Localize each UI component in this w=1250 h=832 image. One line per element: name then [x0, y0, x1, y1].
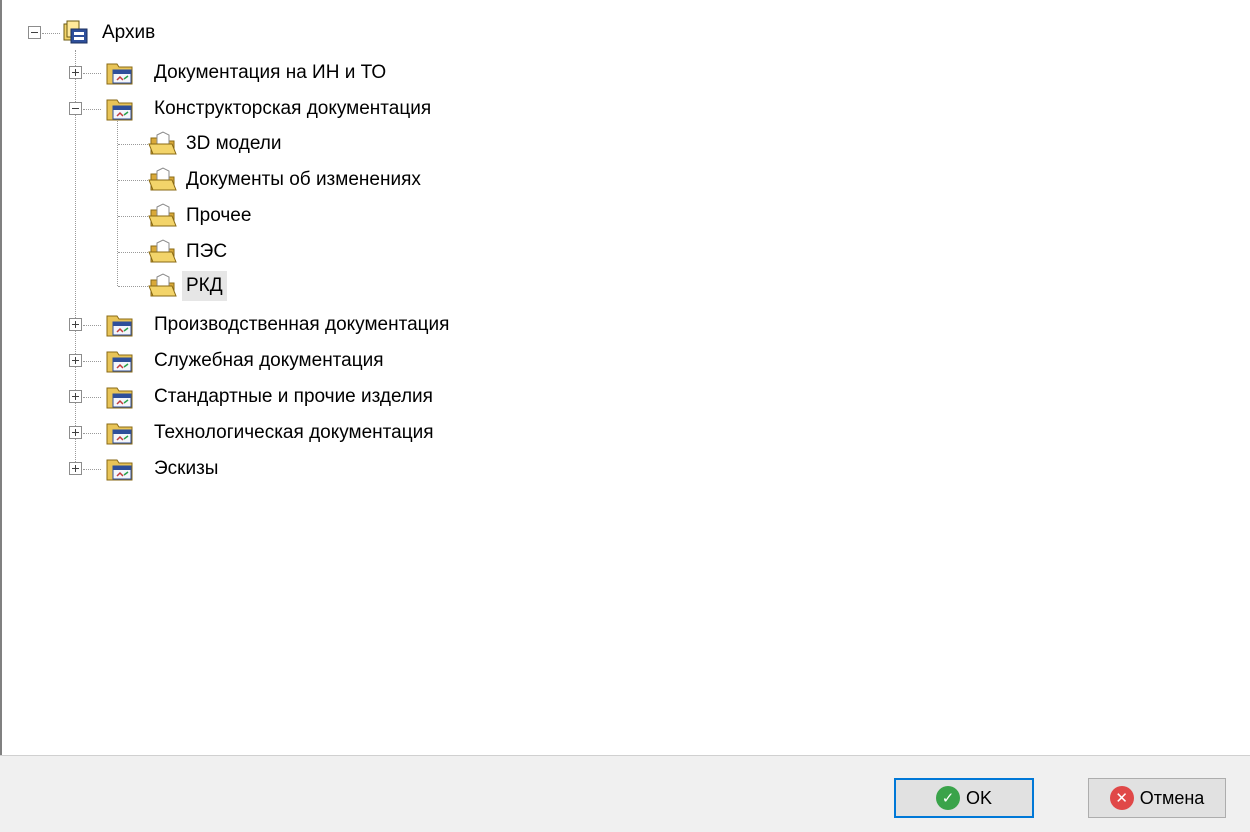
- collapse-toggle-design-docs[interactable]: [69, 102, 82, 115]
- open-folder-icon: [148, 203, 177, 227]
- tree-node-label: Документация на ИН и ТО: [154, 62, 387, 83]
- tree-node-rkd[interactable]: РКД: [182, 270, 227, 302]
- tree-node-other[interactable]: Прочее: [182, 200, 255, 232]
- tree-node-label: Документы об изменениях: [186, 169, 421, 190]
- tree-node-archive[interactable]: Архив: [98, 17, 159, 49]
- tree-node-tech-docs[interactable]: Технологическая документация: [150, 417, 438, 449]
- close-circle-icon: ✕: [1109, 786, 1134, 810]
- open-folder-icon: [148, 131, 177, 155]
- tree-node-sketches[interactable]: Эскизы: [150, 453, 222, 485]
- tree-line: [83, 73, 101, 74]
- tree-node-label: Стандартные и прочие изделия: [154, 386, 433, 407]
- document-folder-icon: [106, 99, 133, 121]
- check-circle-icon: ✓: [935, 786, 960, 810]
- tree-node-standard-parts[interactable]: Стандартные и прочие изделия: [150, 381, 437, 413]
- expand-toggle-standard-parts[interactable]: [69, 390, 82, 403]
- folder-picker-dialog: Архив Документация на ИН и ТО Конструкто…: [0, 0, 1250, 832]
- tree-node-design-docs[interactable]: Конструкторская документация: [150, 93, 435, 125]
- open-folder-icon: [148, 239, 177, 263]
- tree-line: [83, 361, 101, 362]
- dialog-button-bar: ✓ OK ✕ Отмена: [0, 755, 1250, 832]
- tree-node-service-docs[interactable]: Служебная документация: [150, 345, 388, 377]
- tree-node-label: Архив: [102, 22, 156, 43]
- tree-node-in-to-docs[interactable]: Документация на ИН и ТО: [150, 57, 390, 89]
- tree-line: [83, 397, 101, 398]
- tree-node-label: ПЭС: [186, 241, 228, 262]
- document-folder-icon: [106, 423, 133, 445]
- cancel-button-label: Отмена: [1139, 787, 1205, 808]
- tree-node-label: РКД: [182, 271, 227, 301]
- tree-line: [118, 144, 148, 145]
- tree-line: [83, 109, 101, 110]
- archive-icon: [63, 20, 88, 44]
- ok-button-label: OK: [965, 787, 992, 808]
- tree-line: [118, 180, 148, 181]
- archive-tree-view[interactable]: Архив Документация на ИН и ТО Конструкто…: [8, 0, 1238, 755]
- tree-line: [83, 469, 101, 470]
- tree-node-label: Служебная документация: [154, 350, 384, 371]
- document-folder-icon: [106, 459, 133, 481]
- tree-node-label: Эскизы: [154, 458, 219, 479]
- tree-node-change-docs[interactable]: Документы об изменениях: [182, 164, 425, 196]
- window-border: [0, 0, 2, 760]
- document-folder-icon: [106, 63, 133, 85]
- collapse-root-toggle[interactable]: [28, 26, 41, 39]
- tree-line-design-docs: [117, 116, 118, 286]
- tree-line: [118, 252, 148, 253]
- tree-node-pes[interactable]: ПЭС: [182, 236, 231, 268]
- tree-line: [83, 325, 101, 326]
- cancel-button[interactable]: ✕ Отмена: [1088, 778, 1226, 818]
- open-folder-icon: [148, 167, 177, 191]
- tree-node-production-docs[interactable]: Производственная документация: [150, 309, 453, 341]
- tree-node-3d-models[interactable]: 3D модели: [182, 128, 286, 160]
- expand-toggle-sketches[interactable]: [69, 462, 82, 475]
- tree-line: [118, 216, 148, 217]
- tree-line: [83, 433, 101, 434]
- open-folder-icon: [148, 273, 177, 297]
- expand-toggle-service-docs[interactable]: [69, 354, 82, 367]
- expand-toggle-in-to-docs[interactable]: [69, 66, 82, 79]
- tree-line: [42, 33, 60, 34]
- tree-node-label: Конструкторская документация: [154, 98, 432, 119]
- expand-toggle-tech-docs[interactable]: [69, 426, 82, 439]
- tree-node-label: Прочее: [186, 205, 252, 226]
- document-folder-icon: [106, 315, 133, 337]
- ok-button[interactable]: ✓ OK: [894, 778, 1034, 818]
- document-folder-icon: [106, 387, 133, 409]
- tree-node-label: Технологическая документация: [154, 422, 434, 443]
- tree-node-label: Производственная документация: [154, 314, 450, 335]
- tree-node-label: 3D модели: [186, 133, 282, 154]
- expand-toggle-production-docs[interactable]: [69, 318, 82, 331]
- document-folder-icon: [106, 351, 133, 373]
- tree-line: [118, 286, 148, 287]
